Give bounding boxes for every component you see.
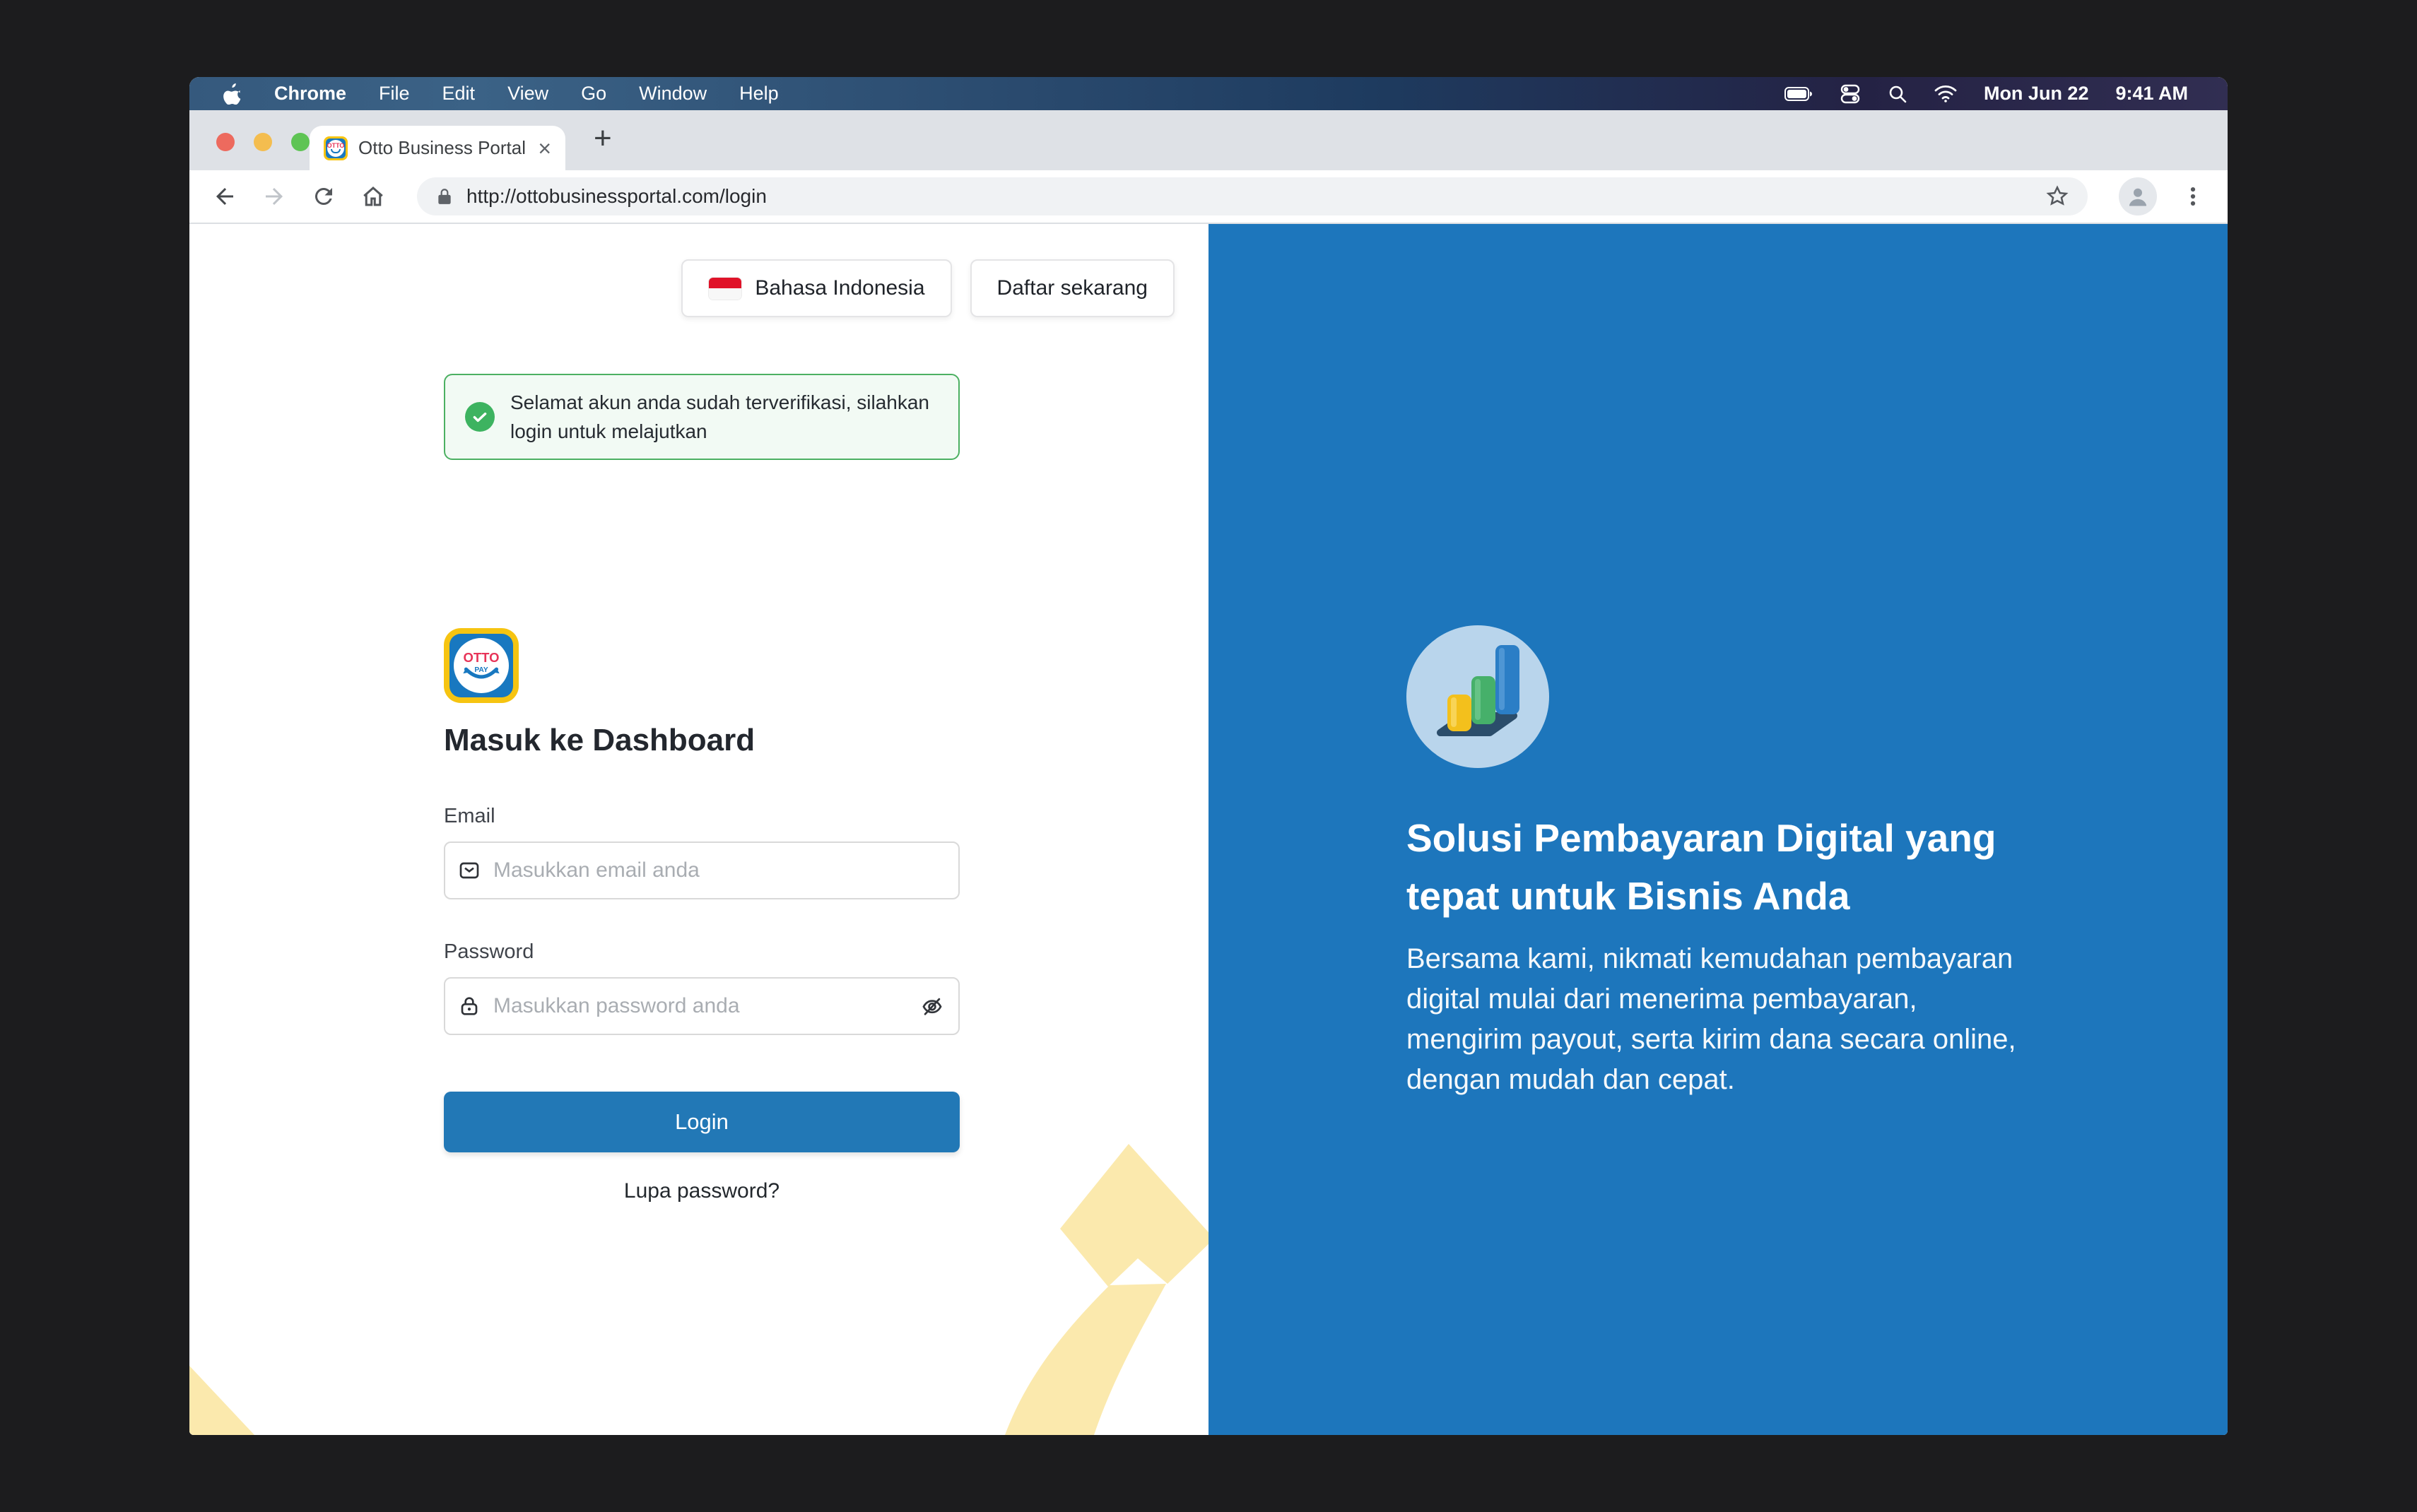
menubar-item-file[interactable]: File <box>379 83 410 105</box>
email-label: Email <box>444 805 495 828</box>
macos-screen: Chrome File Edit View Go Window Help Mon… <box>189 77 2228 1435</box>
login-button[interactable]: Login <box>444 1092 960 1152</box>
ottopay-logo: OTTO PAY <box>444 628 519 703</box>
success-alert-message: Selamat akun anda sudah terverifikasi, s… <box>510 388 929 446</box>
menu-dots-icon[interactable] <box>2181 184 2205 208</box>
email-field-wrap <box>444 841 960 899</box>
chrome-toolbar: http://ottobusinessportal.com/login <box>189 170 2228 224</box>
address-bar[interactable]: http://ottobusinessportal.com/login <box>417 177 2088 215</box>
menubar-item-help[interactable]: Help <box>739 83 779 105</box>
bar-chart-illustration <box>1406 625 1549 768</box>
spotlight-search-icon[interactable] <box>1888 84 1907 104</box>
apple-logo-icon[interactable] <box>223 83 242 105</box>
chrome-tab-strip: OTTO Otto Business Portal × + <box>189 110 2228 170</box>
promo-panel: Solusi Pembayaran Digital yang tepat unt… <box>1208 224 2228 1435</box>
tab-title: Otto Business Portal <box>358 137 527 159</box>
password-field-wrap <box>444 977 960 1035</box>
password-input[interactable] <box>444 977 960 1035</box>
wifi-icon[interactable] <box>1934 85 1957 103</box>
menubar-item-go[interactable]: Go <box>581 83 606 105</box>
window-zoom-button[interactable] <box>291 133 310 151</box>
reload-icon[interactable] <box>311 184 336 209</box>
login-heading: Masuk ke Dashboard <box>444 723 755 758</box>
menubar-item-edit[interactable]: Edit <box>442 83 476 105</box>
mail-icon <box>458 859 481 882</box>
register-button-label: Daftar sekarang <box>997 276 1148 300</box>
yellow-corner-graphic <box>189 1362 254 1435</box>
promo-heading: Solusi Pembayaran Digital yang tepat unt… <box>1406 809 2113 925</box>
language-button[interactable]: Bahasa Indonesia <box>681 259 951 317</box>
toggle-password-visibility-icon[interactable] <box>920 994 944 1018</box>
promo-body: Bersama kami, nikmati kemudahan pembayar… <box>1406 939 2099 1100</box>
login-panel: Bahasa Indonesia Daftar sekarang Selamat… <box>189 224 1208 1435</box>
lock-icon <box>458 995 481 1017</box>
language-button-label: Bahasa Indonesia <box>755 276 924 300</box>
profile-avatar-icon[interactable] <box>2119 177 2157 215</box>
email-input[interactable] <box>444 841 960 899</box>
yellow-arrow-graphic <box>954 1138 1208 1435</box>
menubar-date[interactable]: Mon Jun 22 <box>1984 83 2089 105</box>
control-center-icon[interactable] <box>1840 83 1861 105</box>
back-icon[interactable] <box>212 184 237 209</box>
register-button[interactable]: Daftar sekarang <box>970 259 1175 317</box>
battery-icon <box>1784 87 1813 101</box>
window-minimize-button[interactable] <box>254 133 272 151</box>
success-alert: Selamat akun anda sudah terverifikasi, s… <box>444 374 960 460</box>
menubar-item-window[interactable]: Window <box>639 83 707 105</box>
url-text: http://ottobusinessportal.com/login <box>466 185 767 208</box>
check-circle-icon <box>465 402 495 432</box>
bookmark-star-icon[interactable] <box>2045 184 2069 208</box>
indonesia-flag-icon <box>708 277 742 300</box>
window-close-button[interactable] <box>216 133 235 151</box>
menubar-app-name[interactable]: Chrome <box>274 83 346 105</box>
tab-close-icon[interactable]: × <box>538 137 551 160</box>
home-icon[interactable] <box>360 184 386 209</box>
menubar-item-view[interactable]: View <box>507 83 548 105</box>
forgot-password-link[interactable]: Lupa password? <box>444 1179 960 1203</box>
forward-icon[interactable] <box>261 184 287 209</box>
logo-pay-text: PAY <box>474 666 488 674</box>
macos-menubar: Chrome File Edit View Go Window Help Mon… <box>189 77 2228 110</box>
new-tab-button[interactable]: + <box>594 123 612 154</box>
menubar-time[interactable]: 9:41 AM <box>2115 83 2188 105</box>
page-content: Bahasa Indonesia Daftar sekarang Selamat… <box>189 224 2228 1435</box>
browser-tab[interactable]: OTTO Otto Business Portal × <box>310 126 565 170</box>
logo-otto-text: OTTO <box>464 650 500 665</box>
password-label: Password <box>444 940 534 964</box>
padlock-icon[interactable] <box>435 187 454 206</box>
tab-favicon: OTTO <box>324 136 348 160</box>
